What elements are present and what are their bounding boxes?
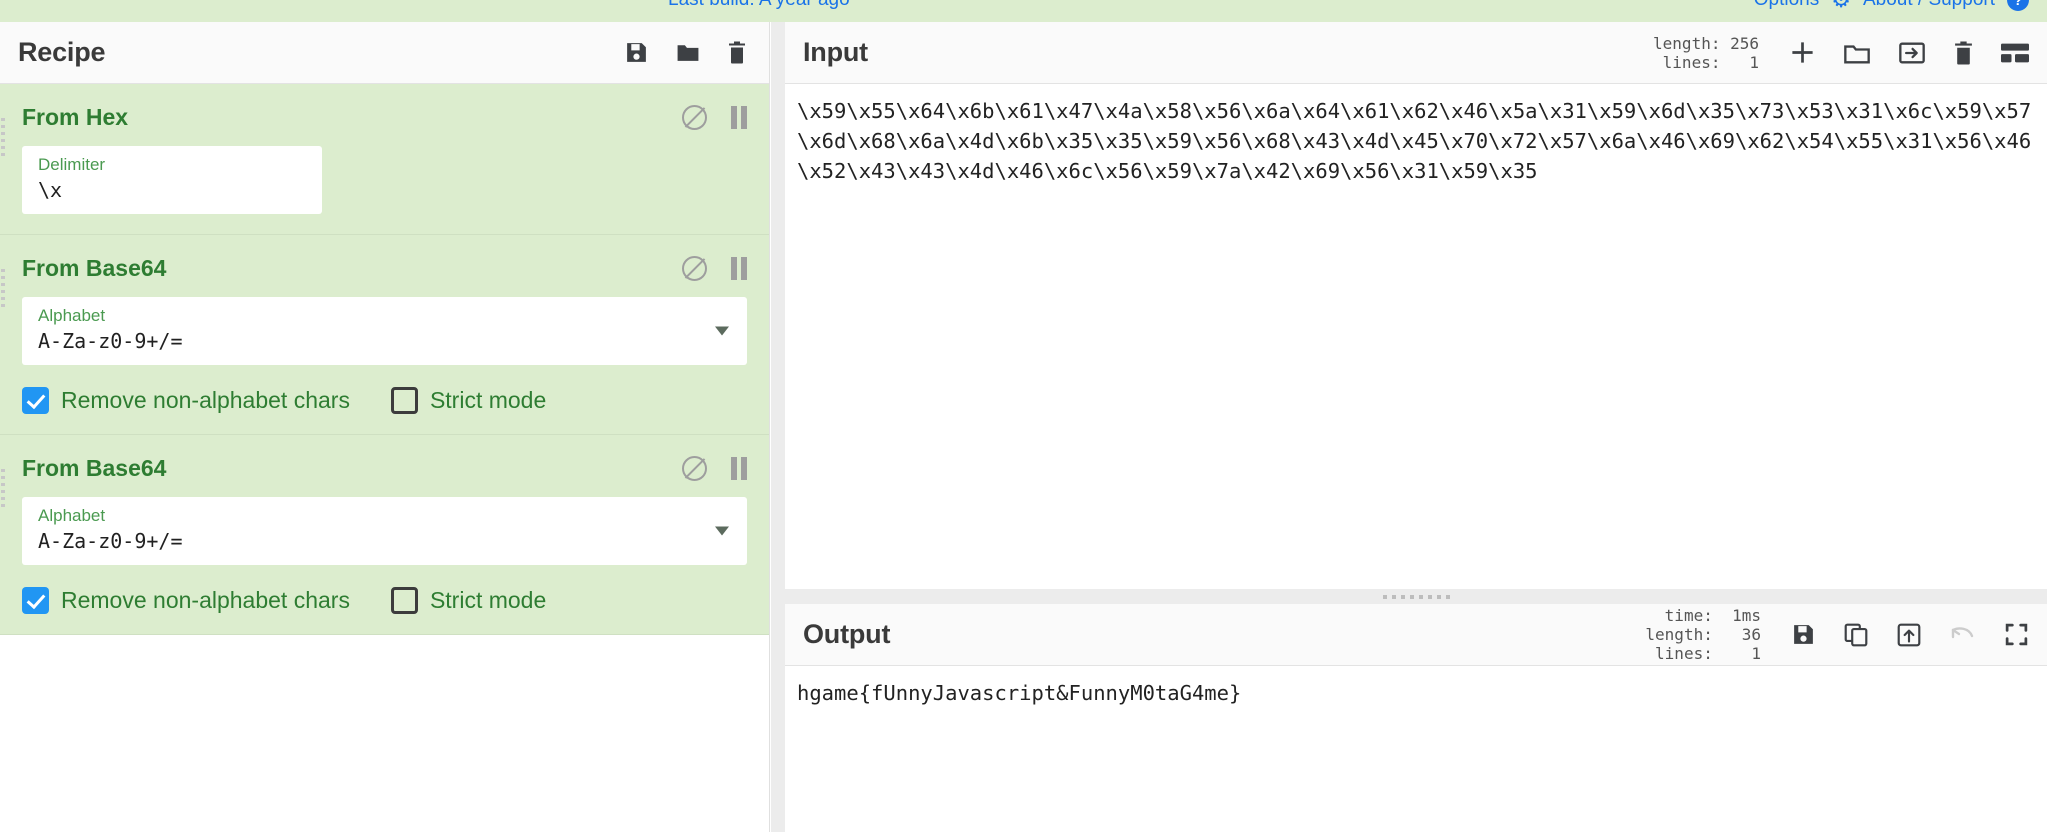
checkbox-box[interactable] [22, 387, 49, 414]
last-build-label: Last build: A year ago [668, 0, 850, 11]
top-banner-links: Options ⚙ About / Support ? [1754, 0, 2029, 11]
replace-input-with-output-icon[interactable] [1896, 622, 1922, 648]
input-meta: length: 256 lines: 1 [1653, 33, 1759, 72]
operation-title: From Hex [22, 103, 129, 130]
recipe-operation[interactable]: From Hex Delimiter \x [0, 84, 769, 235]
checkbox-box[interactable] [390, 587, 418, 614]
disable-icon[interactable] [682, 255, 707, 281]
output-meta: time: 1ms length: 36 lines: 1 [1645, 606, 1761, 663]
input-toolbar [1789, 39, 2029, 66]
copy-output-icon[interactable] [1843, 622, 1869, 648]
recipe-panel: Recipe From Hex Delimiter \x From Base64… [0, 22, 770, 832]
recipe-operation[interactable]: From Base64 Alphabet A-Za-z0-9+/= Remove… [0, 235, 769, 435]
recipe-empty-area[interactable] [0, 635, 769, 679]
disable-icon[interactable] [682, 455, 707, 481]
operation-header: From Base64 [22, 449, 747, 487]
output-title-bar: Output time: 1ms length: 36 lines: 1 [785, 604, 2047, 666]
checkbox-label: Remove non-alphabet chars [61, 387, 350, 413]
load-recipe-icon[interactable] [675, 40, 701, 65]
breakpoint-pause-icon[interactable] [731, 456, 747, 480]
gear-icon[interactable]: ⚙ [1831, 0, 1851, 11]
operation-header: From Base64 [22, 249, 747, 287]
recipe-io-splitter[interactable] [771, 22, 785, 832]
cyberchef-app: Last build: A year ago Options ⚙ About /… [0, 0, 2047, 832]
breakpoint-pause-icon[interactable] [731, 105, 747, 129]
reset-pane-layout-icon[interactable] [2001, 42, 2029, 64]
operation-controls [682, 255, 747, 281]
add-input-tab-icon[interactable] [1789, 39, 1816, 66]
input-title: Input [803, 37, 868, 67]
open-folder-icon[interactable] [1843, 40, 1871, 66]
output-textarea[interactable]: hgame{fUnnyJavascript&FunnyM0taG4me} [785, 666, 2047, 832]
recipe-title: Recipe [18, 37, 106, 67]
operation-controls [682, 104, 747, 130]
drag-handle[interactable] [1, 469, 6, 507]
options-link[interactable]: Options [1754, 0, 1819, 11]
output-panel: Output time: 1ms length: 36 lines: 1 hga… [785, 604, 2047, 832]
alphabet-select[interactable]: Alphabet A-Za-z0-9+/= [22, 497, 747, 565]
checkbox-label: Strict mode [429, 387, 547, 413]
question-circle-icon[interactable]: ? [2007, 0, 2029, 11]
ingredient-value[interactable]: A-Za-z0-9+/= [38, 527, 731, 555]
delimiter-field[interactable]: Delimiter \x [22, 146, 322, 214]
top-banner: Last build: A year ago Options ⚙ About /… [0, 0, 2047, 22]
output-title: Output [803, 619, 891, 649]
checkbox-label: Strict mode [429, 587, 547, 613]
ingredient-label: Alphabet [38, 506, 106, 525]
drag-handle[interactable] [1, 118, 6, 156]
ingredient-label: Delimiter [38, 155, 106, 174]
operation-title: From Base64 [22, 454, 167, 481]
open-input-as-tabs-icon[interactable] [1898, 40, 1926, 66]
chevron-down-icon[interactable] [715, 526, 729, 536]
strict-mode-checkbox[interactable]: Strict mode [390, 587, 547, 614]
operation-header: From Hex [22, 98, 747, 136]
output-toolbar [1791, 622, 2029, 648]
operation-controls [682, 455, 747, 481]
io-column: Input length: 256 lines: 1 \x59\x55\x64\… [785, 22, 2047, 832]
ingredient-value[interactable]: \x [38, 176, 306, 204]
remove-non-alphabet-chars-checkbox[interactable]: Remove non-alphabet chars [22, 587, 350, 614]
operation-checkboxes: Remove non-alphabet chars Strict mode [22, 587, 747, 614]
about-support-link[interactable]: About / Support [1863, 0, 1995, 11]
clear-recipe-icon[interactable] [727, 40, 747, 65]
drag-handle[interactable] [1, 269, 6, 307]
input-textarea[interactable]: \x59\x55\x64\x6b\x61\x47\x4a\x58\x56\x6a… [785, 84, 2047, 589]
recipe-title-icons [624, 40, 747, 65]
save-recipe-icon[interactable] [624, 40, 649, 65]
recipe-title-bar: Recipe [0, 22, 769, 84]
ingredient-label: Alphabet [38, 306, 106, 325]
input-panel: Input length: 256 lines: 1 \x59\x55\x64\… [785, 22, 2047, 589]
breakpoint-pause-icon[interactable] [731, 256, 747, 280]
input-title-bar: Input length: 256 lines: 1 [785, 22, 2047, 84]
ingredient-value[interactable]: A-Za-z0-9+/= [38, 327, 731, 355]
operation-title: From Base64 [22, 254, 167, 281]
checkbox-box[interactable] [390, 387, 418, 414]
clear-input-icon[interactable] [1953, 40, 1974, 66]
checkbox-box[interactable] [22, 587, 49, 614]
chevron-down-icon[interactable] [715, 326, 729, 336]
maximise-output-icon[interactable] [2004, 622, 2029, 647]
alphabet-select[interactable]: Alphabet A-Za-z0-9+/= [22, 297, 747, 365]
remove-non-alphabet-chars-checkbox[interactable]: Remove non-alphabet chars [22, 387, 350, 414]
strict-mode-checkbox[interactable]: Strict mode [390, 387, 547, 414]
checkbox-label: Remove non-alphabet chars [61, 587, 350, 613]
save-output-icon[interactable] [1791, 622, 1816, 647]
disable-icon[interactable] [682, 104, 707, 130]
undo-icon[interactable] [1949, 623, 1977, 647]
recipe-operations-list[interactable]: From Hex Delimiter \x From Base64 Alphab… [0, 84, 769, 832]
operation-checkboxes: Remove non-alphabet chars Strict mode [22, 387, 747, 414]
recipe-operation[interactable]: From Base64 Alphabet A-Za-z0-9+/= Remove… [0, 435, 769, 635]
input-output-splitter[interactable] [785, 589, 2047, 604]
